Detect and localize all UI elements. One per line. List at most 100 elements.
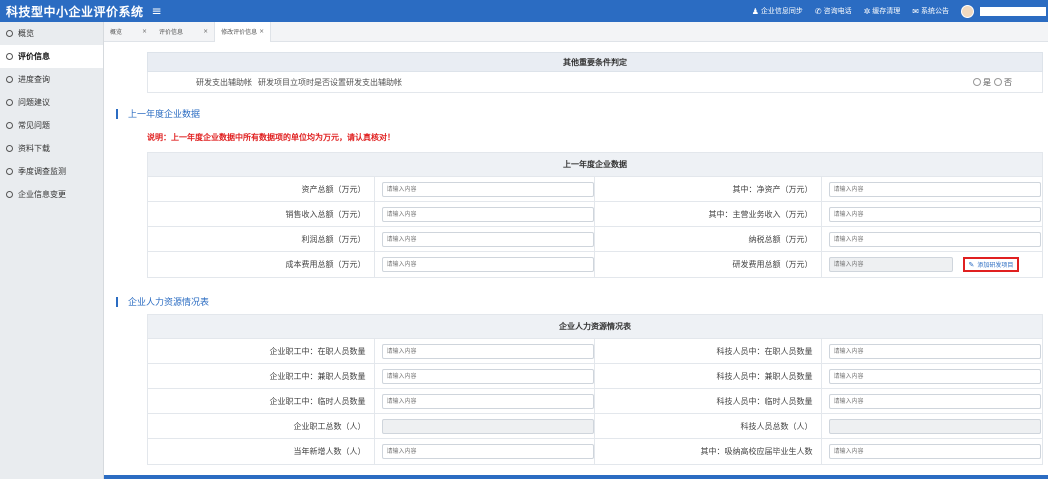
tech-onjob-input[interactable] <box>828 343 1041 359</box>
circle-icon <box>6 191 13 198</box>
table-row: 成本费用总额（万元） 研发费用总额（万元） ✎添加研发项目 <box>148 252 1042 277</box>
field-label: 科技人员中：兼职人员数量 <box>595 364 822 388</box>
add-rd-project-button[interactable]: ✎ 添加研发项目 <box>962 257 1020 272</box>
last-year-note: 说明：上一年度企业数据中所有数据项的单位均为万元，请认真核对！ <box>147 133 395 142</box>
close-icon[interactable]: × <box>142 28 147 35</box>
radio-group: 是 否 <box>973 77 1012 88</box>
field-label: 企业职工中：临时人员数量 <box>148 389 375 413</box>
tech-total-input <box>828 418 1041 434</box>
notice-icon: ✉ <box>912 6 919 16</box>
net-assets-input[interactable] <box>828 181 1041 197</box>
circle-icon <box>6 30 13 37</box>
table-row: 企业职工总数（人） 科技人员总数（人） <box>148 414 1042 439</box>
conditions-row-text: 研发项目立项时是否设置研发支出辅助帐 <box>258 77 402 87</box>
sidebar-item-quarterly-survey[interactable]: 季度调查监测 <box>0 160 103 183</box>
field-label: 科技人员总数（人） <box>595 414 822 438</box>
tab-edit-evaluation[interactable]: 修改评价信息 × <box>214 21 272 42</box>
bottom-strip <box>104 475 1048 479</box>
app-title: 科技型中小企业评价系统 <box>6 4 144 19</box>
close-icon[interactable]: × <box>203 28 208 35</box>
hr-table: 企业人力资源情况表 企业职工中：在职人员数量 科技人员中：在职人员数量 企业职工… <box>147 314 1043 465</box>
field-label: 企业职工总数（人） <box>148 414 375 438</box>
last-year-table: 上一年度企业数据 资产总额（万元） 其中：净资产（万元） 销售收入总额（万元） … <box>147 152 1043 278</box>
tech-parttime-input[interactable] <box>828 368 1041 384</box>
circle-icon <box>6 76 13 83</box>
sales-revenue-input[interactable] <box>381 206 594 222</box>
pencil-icon: ✎ <box>968 260 975 269</box>
field-label: 企业职工中：在职人员数量 <box>148 339 375 363</box>
circle-icon <box>6 122 13 129</box>
menu-toggle-icon[interactable]: ≡ <box>152 4 162 18</box>
circle-icon <box>6 168 13 175</box>
tab-evaluation[interactable]: 评价信息 × <box>153 22 214 42</box>
sidebar-item-feedback[interactable]: 问题建议 <box>0 91 103 114</box>
sidebar-item-info-change[interactable]: 企业信息变更 <box>0 183 103 206</box>
sidebar-item-downloads[interactable]: 资料下载 <box>0 137 103 160</box>
hr-table-header: 企业人力资源情况表 <box>148 315 1042 339</box>
gear-icon: ✲ <box>863 6 871 16</box>
new-hires-input[interactable] <box>381 444 594 459</box>
field-label: 销售收入总额（万元） <box>148 202 375 226</box>
top-bar: 科技型中小企业评价系统 ≡ ♟ 企业信息同步 ✆ 咨询电话 ✲ 缓存清理 ✉ 系统公告 <box>0 0 1048 22</box>
cache-clear-link[interactable]: ✲ 缓存清理 <box>864 6 901 16</box>
tech-temporary-input[interactable] <box>828 393 1041 409</box>
sidebar: 概览 评价信息 进度查询 问题建议 常见问题 资料下载 季度调查监测 企业信息变… <box>0 22 104 479</box>
field-label: 其中：主营业务收入（万元） <box>595 202 822 226</box>
sidebar-item-faq[interactable]: 常见问题 <box>0 114 103 137</box>
user-icon: ♟ <box>751 6 759 16</box>
field-label: 科技人员中：在职人员数量 <box>595 339 822 363</box>
username-redacted[interactable] <box>980 6 1046 16</box>
last-year-table-header: 上一年度企业数据 <box>148 153 1042 177</box>
avatar[interactable] <box>961 4 974 18</box>
sidebar-item-evaluation[interactable]: 评价信息 <box>0 45 103 68</box>
main-content: 其他重要条件判定 研发支出辅助帐 研发项目立项时是否设置研发支出辅助帐 是 否 … <box>104 42 1048 479</box>
sidebar-item-overview[interactable]: 概览 <box>0 22 103 45</box>
field-label: 资产总额（万元） <box>148 177 375 201</box>
graduates-input[interactable] <box>828 444 1041 459</box>
main-business-revenue-input[interactable] <box>828 206 1041 222</box>
conditions-row-label: 研发支出辅助帐 <box>196 77 252 87</box>
table-row: 利润总额（万元） 纳税总额（万元） <box>148 227 1042 252</box>
circle-icon <box>6 145 13 152</box>
circle-icon <box>6 99 13 106</box>
staff-temporary-input[interactable] <box>381 393 594 409</box>
radio-yes[interactable] <box>973 78 981 86</box>
field-label: 利润总额（万元） <box>148 227 375 251</box>
field-label: 纳税总额（万元） <box>595 227 822 251</box>
close-icon[interactable]: × <box>259 28 264 35</box>
field-label: 当年新增人数（人） <box>148 439 375 464</box>
field-label: 研发费用总额（万元） <box>595 252 822 277</box>
table-row: 当年新增人数（人） 其中：吸纳高校应届毕业生人数 <box>148 439 1042 464</box>
field-label: 成本费用总额（万元） <box>148 252 375 277</box>
table-row: 企业职工中：兼职人员数量 科技人员中：兼职人员数量 <box>148 364 1042 389</box>
section-title-last-year: 上一年度企业数据 <box>116 107 200 120</box>
staff-parttime-input[interactable] <box>381 368 594 384</box>
sync-link[interactable]: ♟ 企业信息同步 <box>752 6 803 16</box>
table-row: 企业职工中：临时人员数量 科技人员中：临时人员数量 <box>148 389 1042 414</box>
total-assets-input[interactable] <box>381 181 594 197</box>
sidebar-item-progress[interactable]: 进度查询 <box>0 68 103 91</box>
field-label: 其中：吸纳高校应届毕业生人数 <box>595 439 822 464</box>
tab-bar: 概览 × 评价信息 × 修改评价信息 × <box>104 21 1048 42</box>
field-label: 企业职工中：兼职人员数量 <box>148 364 375 388</box>
radio-no[interactable] <box>994 78 1002 86</box>
table-row: 销售收入总额（万元） 其中：主营业务收入（万元） <box>148 202 1042 227</box>
tab-overview[interactable]: 概览 × <box>104 22 153 42</box>
table-row: 企业职工中：在职人员数量 科技人员中：在职人员数量 <box>148 339 1042 364</box>
phone-icon: ✆ <box>814 6 822 16</box>
staff-total-input <box>381 418 594 434</box>
section-title-hr: 企业人力资源情况表 <box>116 295 209 308</box>
staff-onjob-input[interactable] <box>381 343 594 359</box>
notice-link[interactable]: ✉ 系统公告 <box>912 6 949 16</box>
total-profit-input[interactable] <box>381 231 594 247</box>
table-row: 资产总额（万元） 其中：净资产（万元） <box>148 177 1042 202</box>
rd-expense-input <box>828 257 953 272</box>
conditions-header: 其他重要条件判定 <box>147 52 1043 72</box>
field-label: 其中：净资产（万元） <box>595 177 822 201</box>
total-tax-input[interactable] <box>828 231 1041 247</box>
field-label: 科技人员中：临时人员数量 <box>595 389 822 413</box>
circle-icon <box>6 53 13 60</box>
conditions-row: 研发支出辅助帐 研发项目立项时是否设置研发支出辅助帐 是 否 <box>147 72 1043 93</box>
total-cost-input[interactable] <box>381 257 594 272</box>
phone-link[interactable]: ✆ 咨询电话 <box>815 6 852 16</box>
